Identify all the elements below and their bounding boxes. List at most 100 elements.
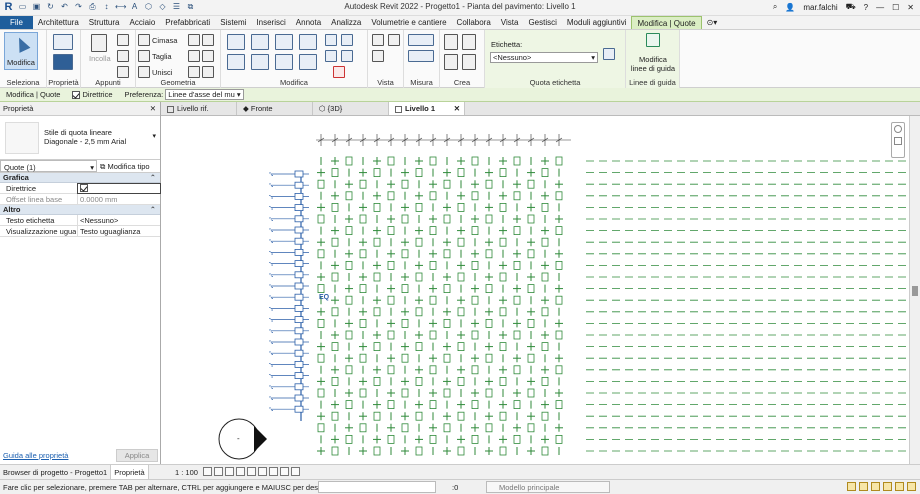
tab-overflow[interactable]: ⊙▾ bbox=[702, 16, 723, 29]
tab-vista[interactable]: Vista bbox=[496, 16, 524, 29]
select-pinned-icon[interactable] bbox=[871, 482, 880, 491]
mirror-axis-icon[interactable] bbox=[275, 34, 293, 50]
delete-icon[interactable] bbox=[333, 66, 345, 78]
move-icon[interactable] bbox=[227, 54, 245, 70]
tab-annota[interactable]: Annota bbox=[291, 16, 326, 29]
show-crop-icon[interactable] bbox=[258, 467, 267, 476]
vertical-scrollbar[interactable] bbox=[909, 116, 920, 464]
view-tab-livello-1[interactable]: Livello 1 ✕ bbox=[389, 102, 465, 115]
trim-icon[interactable] bbox=[299, 54, 317, 70]
cimasa-label[interactable]: Cimasa bbox=[152, 36, 177, 45]
cut-geometry-icon[interactable] bbox=[138, 50, 150, 62]
beam-icon[interactable] bbox=[202, 66, 214, 78]
tab-file[interactable]: File bbox=[0, 16, 33, 29]
taglia-label[interactable]: Taglia bbox=[152, 52, 172, 61]
properties-help-link[interactable]: Guida alle proprietà bbox=[3, 451, 68, 460]
offset-icon[interactable] bbox=[251, 34, 269, 50]
select-links-icon[interactable] bbox=[847, 482, 856, 491]
rotate-icon[interactable] bbox=[275, 54, 293, 70]
align-icon[interactable] bbox=[227, 34, 245, 50]
design-option-select[interactable]: Modello principale bbox=[486, 481, 610, 493]
select-face-icon[interactable] bbox=[883, 482, 892, 491]
scrollbar-thumb[interactable] bbox=[912, 286, 918, 296]
tab-properties[interactable]: Proprietà bbox=[111, 465, 149, 479]
tab-gestisci[interactable]: Gestisci bbox=[523, 16, 561, 29]
mirror-draw-icon[interactable] bbox=[299, 34, 317, 50]
help-icon[interactable]: ? bbox=[864, 3, 868, 12]
view-scale[interactable]: 1 : 100 bbox=[175, 468, 198, 477]
match-type-icon[interactable] bbox=[117, 66, 129, 78]
tab-collabora[interactable]: Collabora bbox=[452, 16, 496, 29]
etichetta-select[interactable]: <Nessuno> ▾ bbox=[490, 52, 598, 63]
join-roof-icon[interactable] bbox=[188, 66, 200, 78]
workset-select[interactable] bbox=[318, 481, 436, 493]
create-group-icon[interactable] bbox=[462, 34, 476, 50]
override-icon[interactable] bbox=[388, 34, 400, 46]
tab-sistemi[interactable]: Sistemi bbox=[215, 16, 251, 29]
copy-icon[interactable] bbox=[117, 34, 129, 46]
create-assembly-icon[interactable] bbox=[444, 54, 458, 70]
drag-elements-icon[interactable] bbox=[895, 482, 904, 491]
scale-icon[interactable] bbox=[325, 50, 337, 62]
search-icon[interactable]: ⌕ bbox=[773, 2, 777, 12]
modifica-linee-label-1[interactable]: Modifica bbox=[626, 55, 680, 64]
cut-icon[interactable] bbox=[117, 50, 129, 62]
instance-filter[interactable]: Quote (1) ▾ bbox=[0, 160, 97, 172]
label-settings-icon[interactable] bbox=[603, 48, 615, 60]
temporary-hide-icon[interactable] bbox=[280, 467, 289, 476]
type-selector[interactable]: Stile di quota lineare Diagonale - 2,5 m… bbox=[0, 116, 160, 160]
visual-style-icon[interactable] bbox=[214, 467, 223, 476]
close-icon[interactable]: ✕ bbox=[907, 3, 914, 12]
split-icon[interactable] bbox=[325, 34, 337, 46]
navigation-bar[interactable] bbox=[891, 122, 905, 158]
paste-icon[interactable] bbox=[91, 34, 107, 52]
tab-architettura[interactable]: Architettura bbox=[33, 16, 84, 29]
cope-icon[interactable] bbox=[138, 34, 150, 46]
tab-struttura[interactable]: Struttura bbox=[84, 16, 125, 29]
view-tab-fronte[interactable]: ◆ Fronte bbox=[237, 102, 313, 115]
paint-icon[interactable] bbox=[202, 34, 214, 46]
create-similar-icon[interactable] bbox=[444, 34, 458, 50]
type-properties-icon[interactable] bbox=[53, 34, 73, 50]
tab-analizza[interactable]: Analizza bbox=[326, 16, 366, 29]
tab-prefabbricati[interactable]: Prefabbricati bbox=[160, 16, 215, 29]
tab-acciaio[interactable]: Acciaio bbox=[124, 16, 160, 29]
preferenza-select[interactable]: Linee d'asse del mu ▾ bbox=[165, 89, 244, 100]
hide-icon[interactable] bbox=[372, 34, 384, 46]
linework-icon[interactable] bbox=[372, 50, 384, 62]
minimize-icon[interactable]: — bbox=[876, 3, 884, 12]
view-tab-livello-rif[interactable]: Livello rif. bbox=[161, 102, 237, 115]
close-icon[interactable]: ✕ bbox=[454, 102, 460, 116]
direttrice-checkbox[interactable] bbox=[72, 90, 81, 99]
tab-moduli[interactable]: Moduli aggiuntivi bbox=[562, 16, 632, 29]
measure-between-icon[interactable] bbox=[408, 34, 434, 46]
apply-button[interactable]: Applica bbox=[116, 449, 158, 462]
tab-modifica-quote[interactable]: Modifica | Quote bbox=[631, 16, 702, 29]
steering-wheel-icon[interactable] bbox=[894, 125, 902, 133]
view-tab-3d[interactable]: ⬡ {3D} bbox=[313, 102, 389, 115]
tab-project-browser[interactable]: Browser di progetto - Progetto1 bbox=[0, 465, 112, 479]
zoom-icon[interactable] bbox=[894, 137, 902, 145]
tab-volumetrie[interactable]: Volumetrie e cantiere bbox=[366, 16, 451, 29]
create-parts-icon[interactable] bbox=[462, 54, 476, 70]
join-icon[interactable] bbox=[138, 66, 150, 78]
split-face-icon[interactable] bbox=[188, 34, 200, 46]
edit-witness-lines-icon[interactable] bbox=[646, 33, 660, 47]
tab-inserisci[interactable]: Inserisci bbox=[251, 16, 290, 29]
direttrice-prop-checkbox[interactable] bbox=[80, 184, 88, 192]
unisci-label[interactable]: Unisci bbox=[152, 68, 172, 77]
reveal-hidden-icon[interactable] bbox=[291, 467, 300, 476]
sun-path-icon[interactable] bbox=[225, 467, 234, 476]
demolish-icon[interactable] bbox=[202, 50, 214, 62]
array-icon[interactable] bbox=[341, 34, 353, 46]
properties-icon[interactable] bbox=[53, 54, 73, 70]
user-name[interactable]: mar.falchi bbox=[803, 3, 837, 12]
crop-view-icon[interactable] bbox=[247, 467, 256, 476]
modifica-button[interactable]: Modifica bbox=[4, 32, 38, 70]
direttrice-option[interactable]: Direttrice bbox=[66, 90, 118, 99]
detail-level-icon[interactable] bbox=[203, 467, 212, 476]
maximize-icon[interactable]: ☐ bbox=[892, 3, 899, 12]
panel-label-seleziona[interactable]: Seleziona bbox=[0, 78, 46, 87]
pin-icon[interactable] bbox=[341, 50, 353, 62]
modifica-linee-label-2[interactable]: linee di guida bbox=[626, 64, 680, 73]
